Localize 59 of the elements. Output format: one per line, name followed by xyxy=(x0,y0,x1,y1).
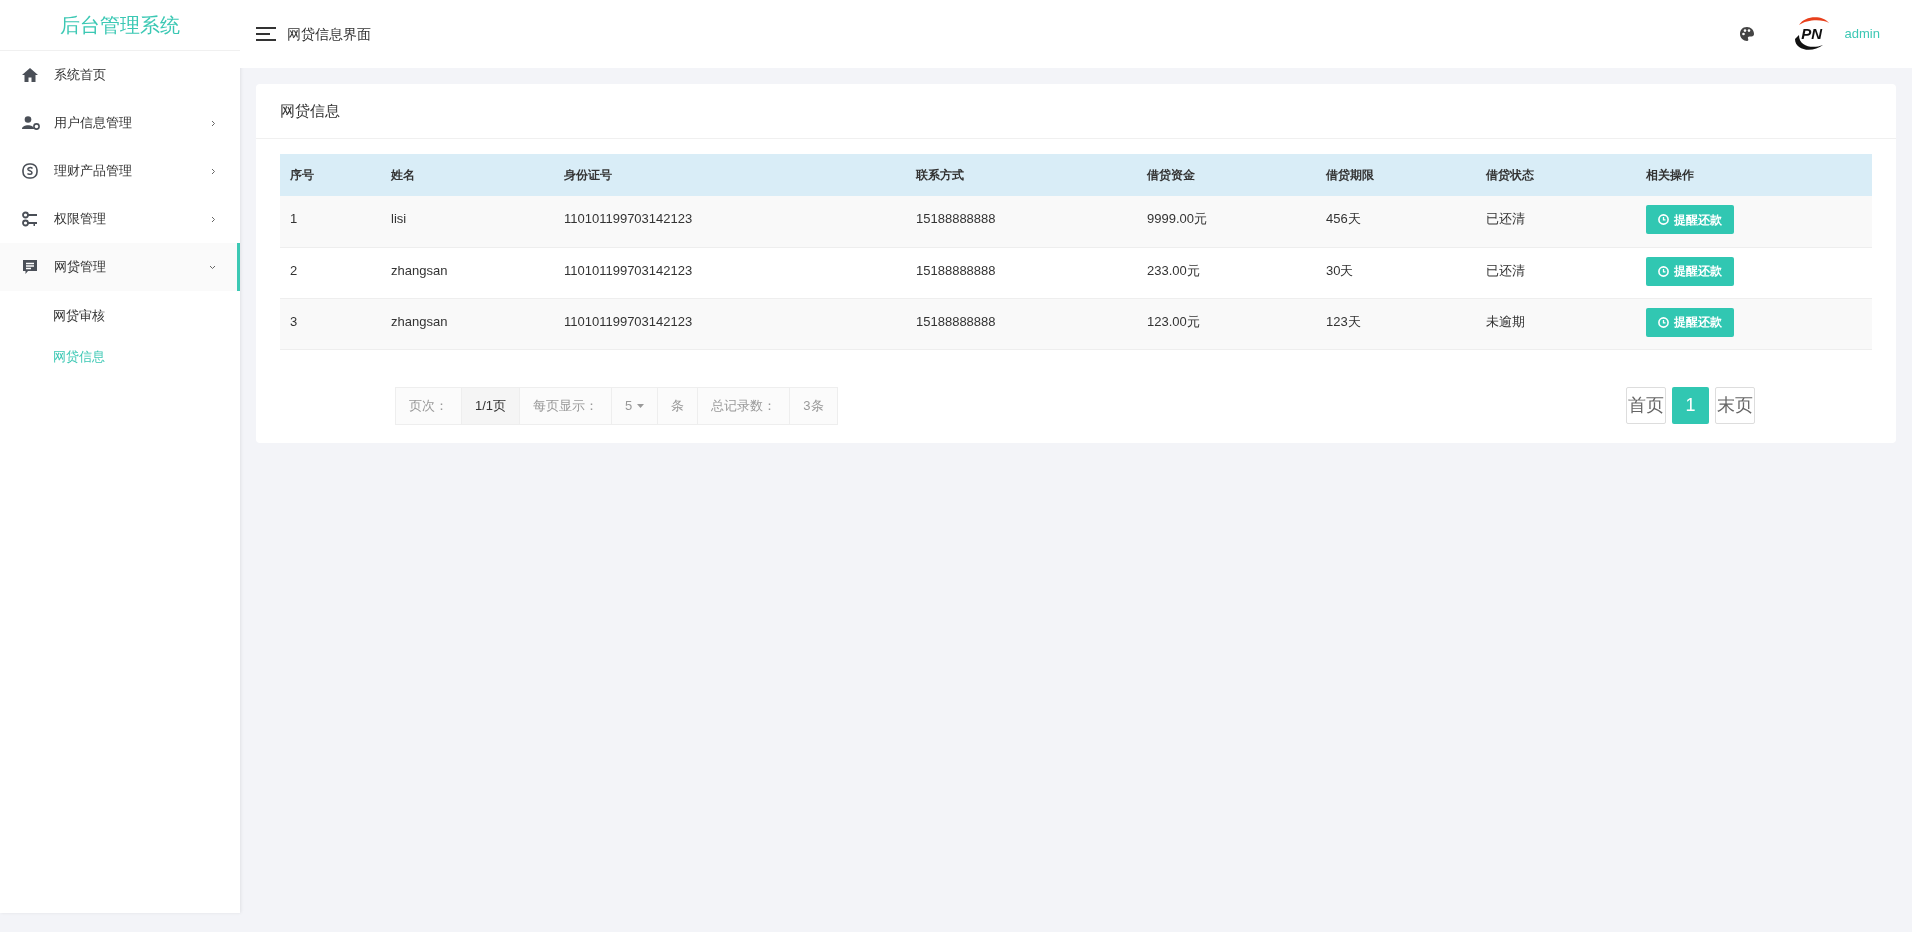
column-header: 借贷状态 xyxy=(1476,154,1636,196)
table-cell: 30天 xyxy=(1316,247,1476,298)
table-cell: 9999.00元 xyxy=(1137,196,1316,247)
table-cell: zhangsan xyxy=(381,298,554,349)
table-cell: zhangsan xyxy=(381,247,554,298)
table-cell: 456天 xyxy=(1316,196,1476,247)
submenu-item[interactable]: 网贷审核 xyxy=(53,305,105,326)
table-cell: 15188888888 xyxy=(906,247,1137,298)
total-label: 总记录数： xyxy=(697,387,790,424)
pagination-button[interactable]: 末页 xyxy=(1715,387,1755,424)
table-cell: 110101199703142123 xyxy=(554,247,906,298)
table-cell: 15188888888 xyxy=(906,196,1137,247)
sidebar-item[interactable]: 系统首页 xyxy=(0,51,240,99)
column-header: 联系方式 xyxy=(906,154,1137,196)
sidebar-item[interactable]: 用户信息管理 xyxy=(0,99,240,147)
table-cell: 已还清 xyxy=(1476,196,1636,247)
column-header: 借贷期限 xyxy=(1316,154,1476,196)
coin-icon xyxy=(22,163,38,179)
table-cell: lisi xyxy=(381,196,554,247)
menu-icon[interactable] xyxy=(256,27,276,41)
table-cell: 123.00元 xyxy=(1137,298,1316,349)
caret-down-icon xyxy=(637,403,645,408)
table-cell: 2 xyxy=(280,247,381,298)
unit-label: 条 xyxy=(657,387,698,424)
clock-icon xyxy=(1658,214,1669,225)
column-header: 借贷资金 xyxy=(1137,154,1316,196)
total-count: 3条 xyxy=(789,387,837,424)
table-cell: 110101199703142123 xyxy=(554,298,906,349)
message-icon xyxy=(22,259,38,275)
column-header: 身份证号 xyxy=(554,154,906,196)
table-cell: 1 xyxy=(280,196,381,247)
table-cell: 15188888888 xyxy=(906,298,1137,349)
page-indicator: 1/1页 xyxy=(461,387,520,424)
sidebar-item[interactable]: 理财产品管理 xyxy=(0,147,240,195)
active-indicator xyxy=(237,243,240,291)
user-gear-icon xyxy=(22,116,40,130)
avatar-logo: PN xyxy=(1790,13,1833,55)
column-header: 相关操作 xyxy=(1636,154,1872,196)
table-cell: 未逾期 xyxy=(1476,298,1636,349)
clock-icon xyxy=(1658,265,1669,277)
page-title: 网贷信息界面 xyxy=(287,24,372,44)
palette-icon[interactable] xyxy=(1738,26,1755,42)
sidebar-item[interactable]: 网贷管理 xyxy=(0,243,240,291)
table-cell: 233.00元 xyxy=(1137,247,1316,298)
clock-icon xyxy=(1658,316,1669,328)
app-title: 后台管理系统 xyxy=(60,13,180,38)
table-cell: 123天 xyxy=(1316,298,1476,349)
column-header: 姓名 xyxy=(381,154,554,196)
sidebar-item[interactable]: 权限管理 xyxy=(0,195,240,243)
table-cell: 110101199703142123 xyxy=(554,196,906,247)
table-cell: 3 xyxy=(280,298,381,349)
pagination-button[interactable]: 首页 xyxy=(1626,387,1666,424)
home-icon xyxy=(22,68,38,82)
per-page-label: 每页显示： xyxy=(519,387,612,424)
column-header: 序号 xyxy=(280,154,381,196)
key-icon xyxy=(22,211,38,227)
table-cell: 已还清 xyxy=(1476,247,1636,298)
card-title: 网贷信息 xyxy=(280,100,340,121)
page-label: 页次： xyxy=(396,387,461,424)
